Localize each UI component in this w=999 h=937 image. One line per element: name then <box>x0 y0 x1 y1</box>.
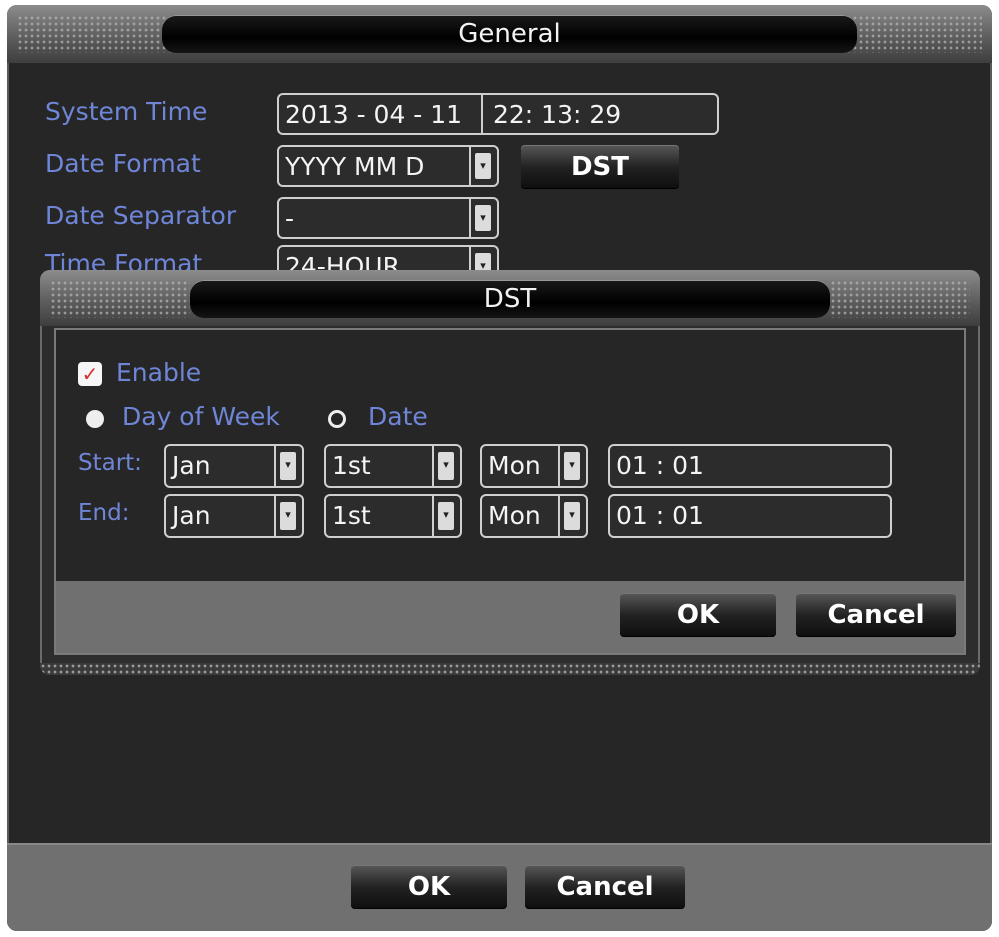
start-time-value[interactable]: 01 : 01 <box>616 451 704 480</box>
system-time-clock[interactable]: 22: 13: 29 <box>493 95 621 133</box>
system-time-divider <box>481 95 483 133</box>
dst-bottom-texture <box>40 663 980 675</box>
dst-dialog: DST ✓ Enable Day of Week Date Start: Jan… <box>40 270 980 675</box>
general-cancel-button[interactable]: Cancel <box>525 865 685 909</box>
titlebar-texture-left <box>50 280 190 318</box>
end-time-input[interactable]: 01 : 01 <box>608 494 892 538</box>
dst-cancel-button[interactable]: Cancel <box>796 593 956 637</box>
end-day-select[interactable]: Mon ▾ <box>480 494 588 538</box>
start-week-select[interactable]: 1st ▾ <box>324 444 462 488</box>
end-day-value: Mon <box>488 501 541 530</box>
end-month-select[interactable]: Jan ▾ <box>164 494 304 538</box>
start-week-divider <box>432 446 434 486</box>
date-separator-select[interactable]: - ▾ <box>277 197 499 239</box>
end-week-divider <box>432 496 434 536</box>
date-format-select[interactable]: YYYY MM D ▾ <box>277 145 499 187</box>
chevron-down-icon[interactable]: ▾ <box>475 153 491 179</box>
general-ok-button[interactable]: OK <box>351 865 507 909</box>
dst-titlebar[interactable]: DST <box>40 270 980 326</box>
system-time-input[interactable]: 2013 - 04 - 11 22: 13: 29 <box>277 93 719 135</box>
start-month-divider <box>274 446 276 486</box>
dst-footer: OK Cancel <box>56 581 964 653</box>
date-separator-divider <box>469 199 471 237</box>
system-time-label: System Time <box>45 97 208 126</box>
end-month-value: Jan <box>172 501 211 530</box>
chevron-down-icon[interactable]: ▾ <box>564 452 580 480</box>
dst-content: ✓ Enable Day of Week Date Start: Jan ▾ 1… <box>54 328 966 655</box>
date-format-divider <box>469 147 471 185</box>
enable-label: Enable <box>116 358 202 387</box>
dst-title: DST <box>190 280 830 318</box>
enable-checkbox[interactable]: ✓ <box>78 362 102 386</box>
dst-button[interactable]: DST <box>521 145 679 189</box>
day-of-week-label: Day of Week <box>122 402 280 431</box>
date-format-label: Date Format <box>45 149 201 178</box>
end-day-divider <box>558 496 560 536</box>
dst-ok-button[interactable]: OK <box>620 593 776 637</box>
start-time-input[interactable]: 01 : 01 <box>608 444 892 488</box>
start-month-select[interactable]: Jan ▾ <box>164 444 304 488</box>
chevron-down-icon[interactable]: ▾ <box>438 452 454 480</box>
general-titlebar[interactable]: General <box>7 5 992 63</box>
start-day-divider <box>558 446 560 486</box>
end-week-value: 1st <box>332 501 371 530</box>
start-day-value: Mon <box>488 451 541 480</box>
date-format-value: YYYY MM D <box>285 152 425 181</box>
chevron-down-icon[interactable]: ▾ <box>438 502 454 530</box>
start-label: Start: <box>78 450 142 476</box>
titlebar-texture-right <box>830 280 970 318</box>
date-label: Date <box>368 402 428 431</box>
date-separator-value: - <box>285 204 295 233</box>
end-week-select[interactable]: 1st ▾ <box>324 494 462 538</box>
end-month-divider <box>274 496 276 536</box>
end-label: End: <box>78 500 130 526</box>
titlebar-texture-left <box>17 15 177 53</box>
general-footer: OK Cancel <box>7 843 992 931</box>
chevron-down-icon[interactable]: ▾ <box>280 502 296 530</box>
chevron-down-icon[interactable]: ▾ <box>564 502 580 530</box>
date-radio[interactable] <box>328 410 346 428</box>
chevron-down-icon[interactable]: ▾ <box>280 452 296 480</box>
system-time-date[interactable]: 2013 - 04 - 11 <box>285 100 462 129</box>
chevron-down-icon[interactable]: ▾ <box>475 205 491 231</box>
date-separator-label: Date Separator <box>45 201 237 230</box>
start-month-value: Jan <box>172 451 211 480</box>
start-week-value: 1st <box>332 451 371 480</box>
general-title: General <box>162 15 857 53</box>
day-of-week-radio[interactable] <box>86 410 104 428</box>
start-day-select[interactable]: Mon ▾ <box>480 444 588 488</box>
end-time-value[interactable]: 01 : 01 <box>616 501 704 530</box>
